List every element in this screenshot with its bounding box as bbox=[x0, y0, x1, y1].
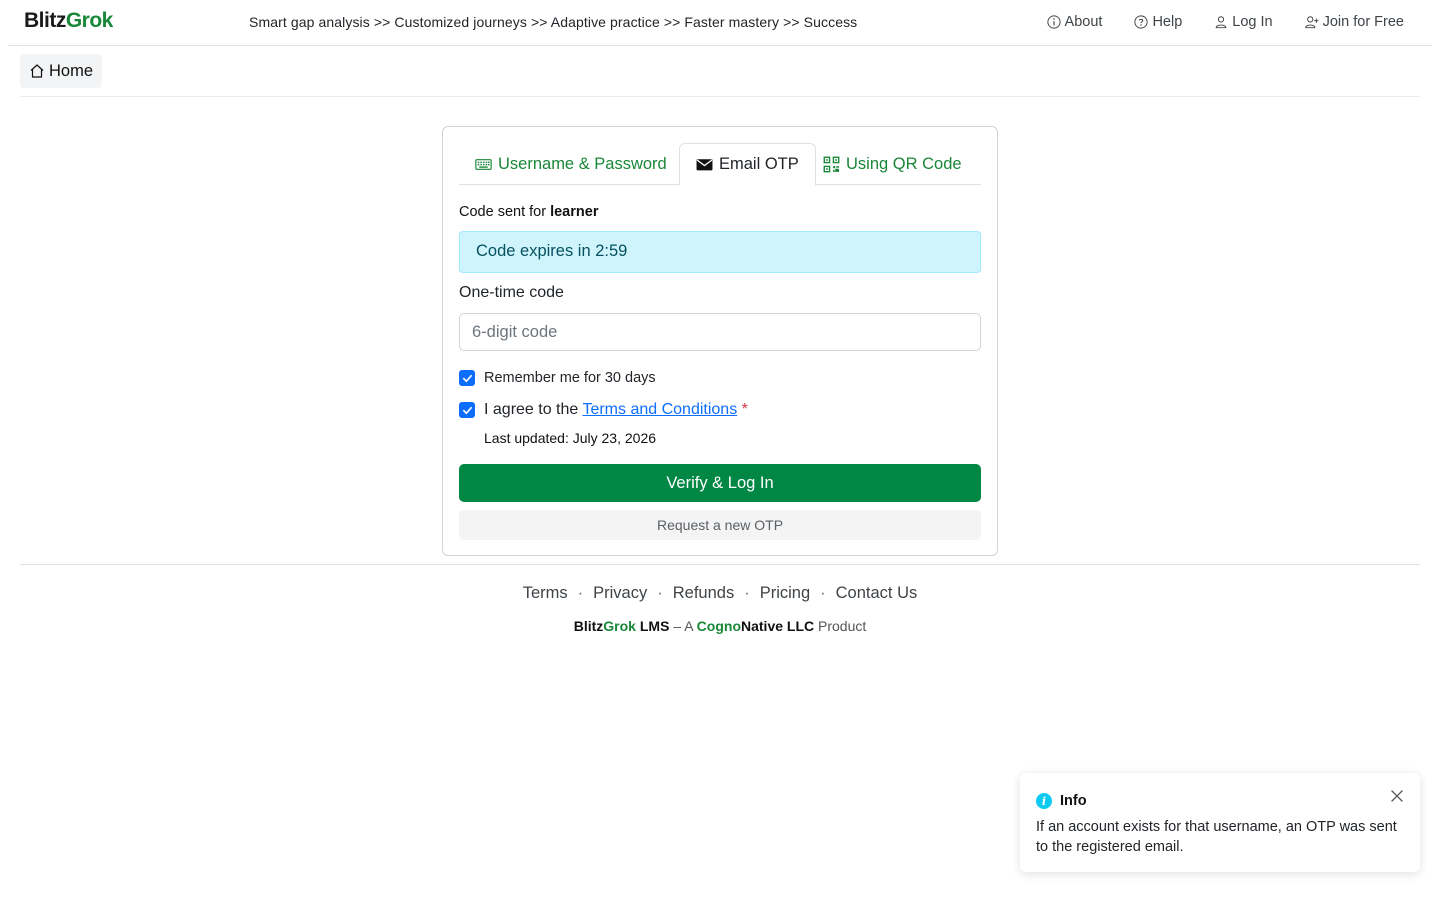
agree-row: I agree to the Terms and Conditions * bbox=[459, 401, 748, 419]
question-circle-icon bbox=[1134, 15, 1149, 29]
verify-login-button[interactable]: Verify & Log In bbox=[459, 464, 981, 502]
credit-co1: Cogno bbox=[696, 618, 741, 634]
close-icon[interactable] bbox=[1389, 788, 1405, 804]
tab-qr-code-label: Using QR Code bbox=[846, 154, 962, 173]
house-icon bbox=[30, 64, 44, 78]
checkmark-icon bbox=[462, 406, 472, 414]
home-label: Home bbox=[49, 61, 94, 80]
person-plus-icon bbox=[1304, 16, 1319, 29]
tab-username-password-label: Username & Password bbox=[498, 154, 667, 173]
login-tabs: Username & Password Email OTP Using QR C… bbox=[459, 143, 981, 186]
otp-input[interactable] bbox=[459, 313, 981, 351]
nav-join-link[interactable]: Join for Free bbox=[1304, 14, 1404, 30]
tab-username-password[interactable]: Username & Password bbox=[459, 143, 683, 185]
request-new-otp-button[interactable]: Request a new OTP bbox=[459, 510, 981, 540]
terms-last-updated: Last updated: July 23, 2026 bbox=[484, 430, 657, 446]
nav-links: About Help Log In Join for Free bbox=[1046, 14, 1404, 30]
nav-about-link[interactable]: About bbox=[1046, 14, 1103, 30]
footer-separator: · bbox=[657, 584, 663, 602]
credit-brand2: Grok bbox=[603, 618, 636, 634]
credit-dash-a: – A bbox=[673, 618, 693, 634]
remember-row: Remember me for 30 days bbox=[459, 370, 656, 386]
credit-brand1: Blitz bbox=[573, 618, 604, 634]
brand-part2: Grok bbox=[65, 9, 114, 32]
code-sent-prefix: Code sent for bbox=[459, 204, 547, 220]
person-icon bbox=[1215, 16, 1227, 29]
toast-title: Info bbox=[1060, 793, 1087, 809]
footer-separator: · bbox=[577, 584, 584, 602]
code-sent-text: Code sent for learner bbox=[459, 204, 598, 220]
remember-checkbox[interactable] bbox=[459, 370, 475, 386]
footer-link-pricing[interactable]: Pricing bbox=[760, 584, 810, 603]
footer-link-terms[interactable]: Terms bbox=[523, 584, 568, 603]
nav-help-label: Help bbox=[1152, 14, 1183, 30]
toast-message: If an account exists for that username, … bbox=[1036, 819, 1397, 855]
footer-link-contact[interactable]: Contact Us bbox=[836, 584, 918, 603]
footer-credit: BlitzGrok LMS – A CognoNative LLC Produc… bbox=[0, 618, 1440, 634]
tagline: Smart gap analysis >> Customized journey… bbox=[249, 14, 858, 30]
agree-label: I agree to the Terms and Conditions * bbox=[484, 401, 748, 419]
nav-help-link[interactable]: Help bbox=[1134, 14, 1182, 30]
footer-link-privacy[interactable]: Privacy bbox=[593, 584, 647, 603]
login-card: Username & Password Email OTP Using QR C… bbox=[442, 126, 998, 556]
remember-label: Remember me for 30 days bbox=[484, 370, 656, 386]
footer-links: Terms · Privacy · Refunds · Pricing · Co… bbox=[0, 584, 1440, 603]
keyboard-icon bbox=[475, 158, 492, 170]
tab-email-otp-label: Email OTP bbox=[719, 155, 799, 173]
top-navbar: BlitzGrok Smart gap analysis >> Customiz… bbox=[8, 0, 1432, 46]
nav-login-label: Log In bbox=[1232, 14, 1273, 30]
qr-code-icon bbox=[823, 156, 840, 172]
tab-email-otp[interactable]: Email OTP bbox=[679, 143, 816, 186]
footer-separator: · bbox=[820, 584, 826, 602]
info-circle-icon bbox=[1046, 15, 1061, 29]
credit-product: Product bbox=[818, 618, 867, 634]
nav-about-label: About bbox=[1064, 14, 1103, 30]
brand-logo[interactable]: BlitzGrok bbox=[24, 9, 113, 33]
credit-lms: LMS bbox=[639, 618, 670, 634]
envelope-icon bbox=[696, 159, 713, 171]
required-mark: * bbox=[741, 401, 748, 418]
footer-divider bbox=[20, 564, 1420, 565]
terms-link[interactable]: Terms and Conditions bbox=[582, 401, 737, 418]
home-button[interactable]: Home bbox=[20, 54, 103, 88]
checkmark-icon bbox=[462, 374, 472, 382]
credit-co2: Native LLC bbox=[741, 618, 815, 634]
nav-login-link[interactable]: Log In bbox=[1214, 14, 1273, 30]
otp-label: One-time code bbox=[459, 284, 564, 301]
agree-checkbox[interactable] bbox=[459, 402, 475, 418]
breadcrumb: Home bbox=[20, 47, 1420, 97]
tab-qr-code[interactable]: Using QR Code bbox=[807, 143, 978, 185]
footer-separator: · bbox=[744, 584, 750, 602]
nav-join-label: Join for Free bbox=[1322, 14, 1404, 30]
expiry-alert: Code expires in 2:59 bbox=[459, 231, 981, 273]
info-toast: i Info If an account exists for that use… bbox=[1020, 773, 1420, 872]
info-icon: i bbox=[1036, 793, 1052, 809]
footer-link-refunds[interactable]: Refunds bbox=[673, 584, 734, 603]
brand-part1: Blitz bbox=[24, 9, 66, 32]
agree-prefix: I agree to the bbox=[484, 401, 579, 418]
username-value: learner bbox=[550, 204, 599, 220]
